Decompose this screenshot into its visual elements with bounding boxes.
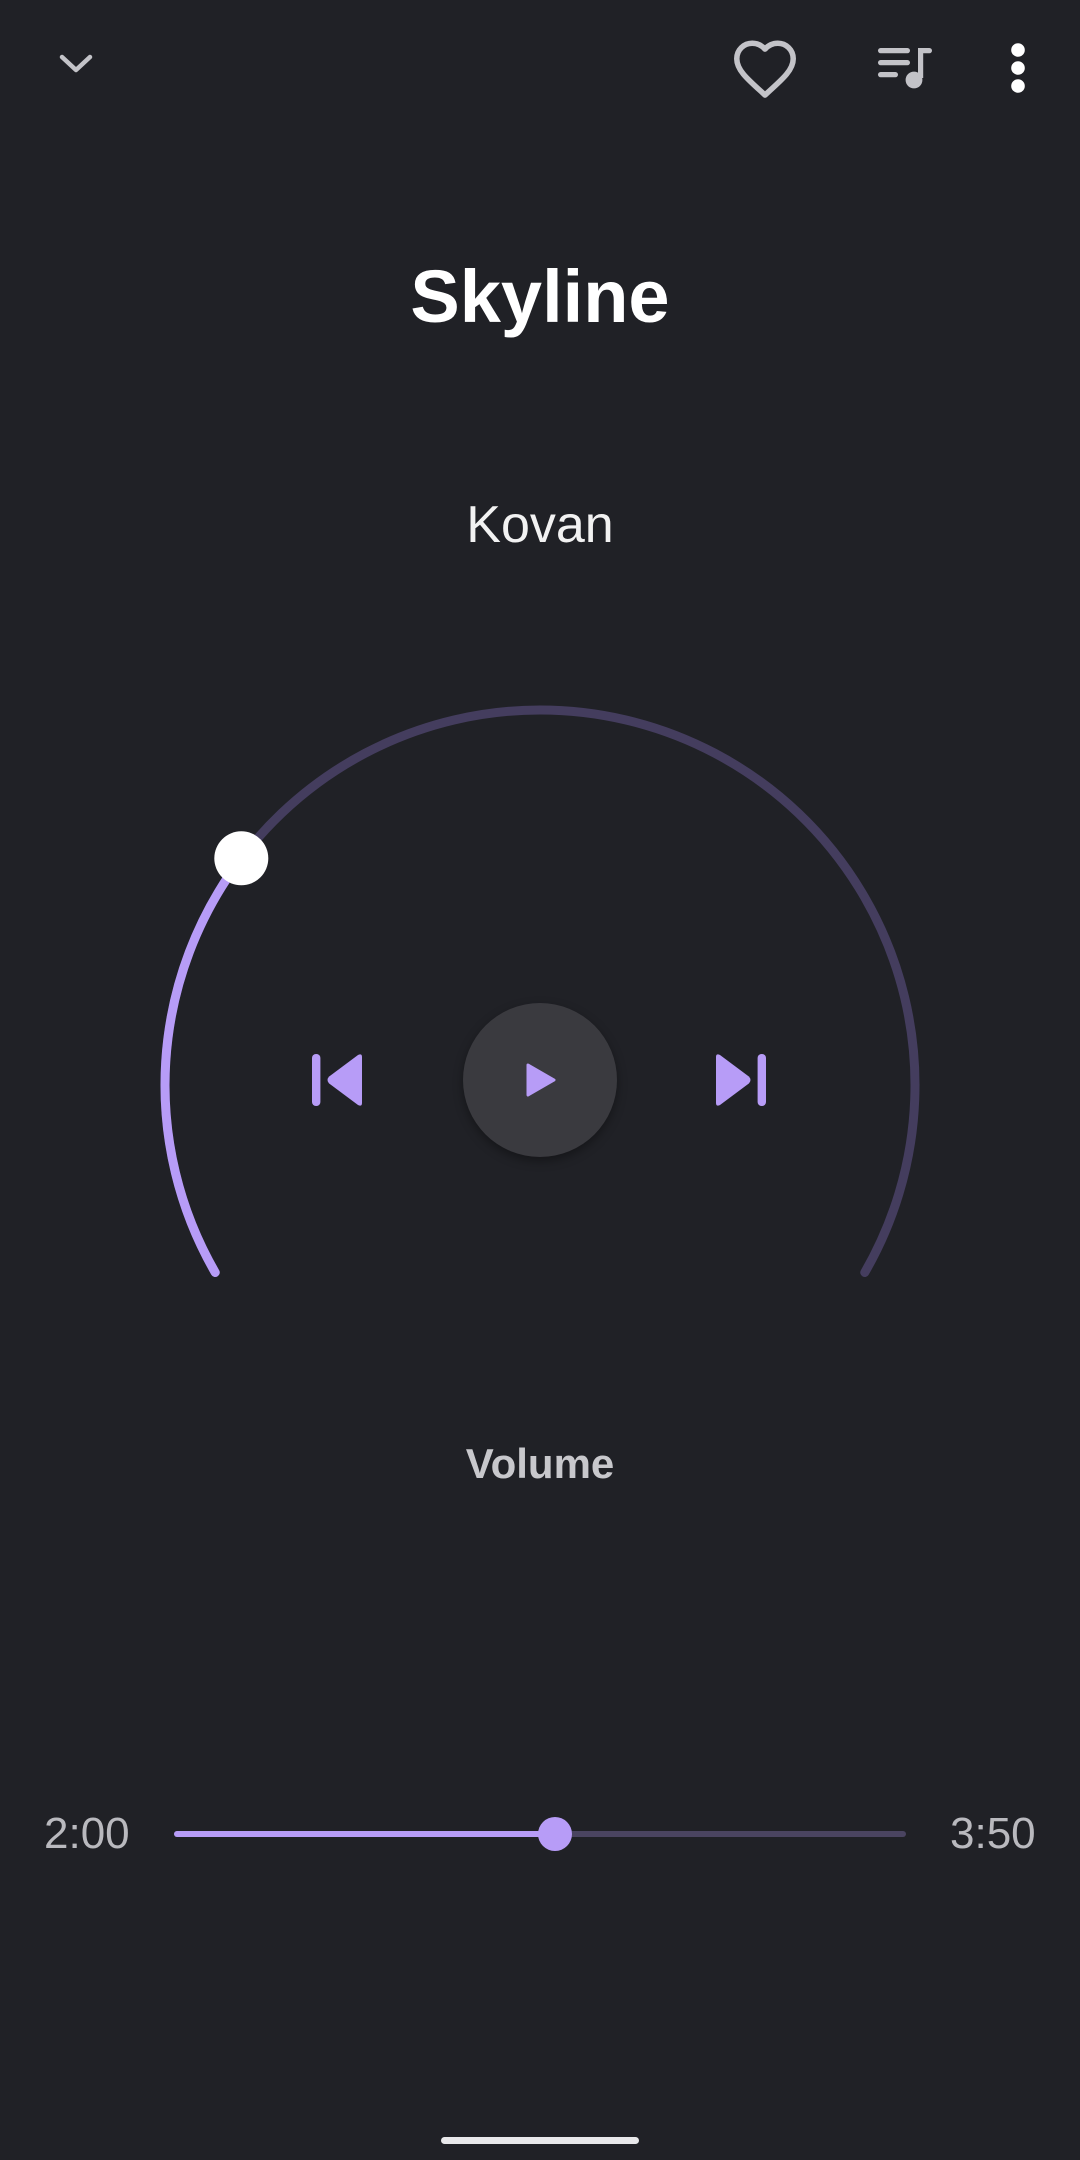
play-button[interactable] <box>463 1003 617 1157</box>
seek-progress <box>174 1831 555 1837</box>
volume-dial-thumb[interactable] <box>214 831 269 886</box>
volume-dial-fill <box>160 853 246 1277</box>
home-indicator[interactable] <box>441 2137 639 2144</box>
more-vertical-icon <box>1011 43 1025 93</box>
track-artist: Kovan <box>466 496 614 554</box>
track-title: Skyline <box>410 255 670 338</box>
collapse-button[interactable] <box>40 28 112 100</box>
elapsed-time: 2:00 <box>44 1809 130 1858</box>
total-duration: 3:50 <box>950 1809 1036 1858</box>
more-options-button[interactable] <box>978 28 1058 108</box>
seek-bar[interactable] <box>174 1812 906 1856</box>
volume-label: Volume <box>465 1440 615 1487</box>
queue-music-icon <box>878 48 932 89</box>
next-button[interactable] <box>700 1040 780 1120</box>
play-icon <box>526 1063 556 1097</box>
heart-outline-icon <box>734 40 796 98</box>
favorite-button[interactable] <box>725 28 805 108</box>
volume-dial-track <box>160 705 920 1277</box>
chevron-down-icon <box>59 54 93 73</box>
previous-button[interactable] <box>298 1040 378 1120</box>
seek-thumb[interactable] <box>537 1817 572 1851</box>
skip-next-icon <box>716 1054 766 1106</box>
skip-previous-icon <box>312 1054 362 1106</box>
now-playing-screen: Skyline Kovan Volume 2:00 3:50 <box>0 0 1080 2160</box>
queue-button[interactable] <box>866 28 946 108</box>
